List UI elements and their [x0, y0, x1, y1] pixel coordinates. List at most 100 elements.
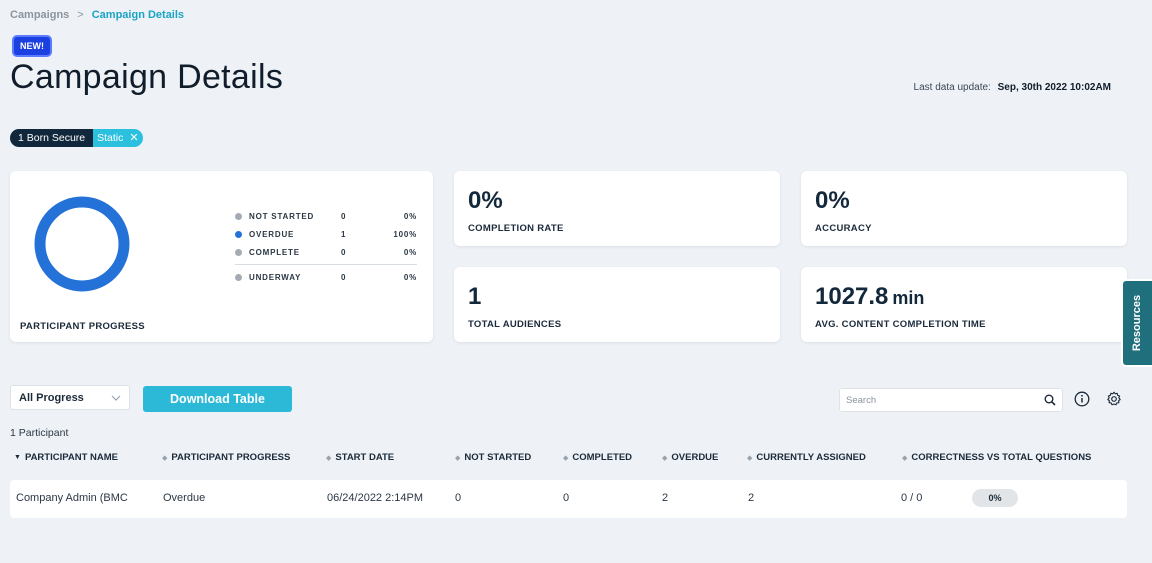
column-header-not-started[interactable]: ◆ NOT STARTED [455, 452, 531, 463]
legend-dot-icon [235, 230, 242, 238]
total-audiences-card: 1 TOTAL AUDIENCES [454, 267, 780, 342]
progress-filter-value: All Progress [19, 391, 84, 404]
legend-label: COMPLETE [249, 247, 300, 257]
last-update-label: Last data update: [913, 82, 991, 93]
last-update-value: Sep, 30th 2022 10:02AM [997, 82, 1111, 93]
progress-legend: NOT STARTED 0 0% OVERDUE 1 100% COMPLETE… [235, 207, 417, 286]
cell-currently-assigned: 2 [748, 492, 755, 504]
sort-icon: ◆ [563, 454, 569, 462]
avg-completion-time-value-wrap: 1027.8 min [815, 283, 924, 311]
cell-correctness: 0 / 0 [901, 492, 923, 504]
legend-count: 0 [341, 272, 347, 282]
legend-row-overdue: OVERDUE 1 100% [235, 225, 417, 243]
chevron-down-icon [111, 393, 121, 403]
legend-dot-icon [235, 273, 242, 281]
column-header-label: PARTICIPANT PROGRESS [171, 452, 291, 463]
breadcrumb-current: Campaign Details [91, 9, 185, 21]
legend-row-not-started: NOT STARTED 0 0% [235, 207, 417, 225]
resources-tab[interactable]: Resources [1121, 279, 1152, 367]
completion-rate-label: COMPLETION RATE [468, 223, 564, 234]
legend-label: OVERDUE [249, 229, 295, 239]
sort-icon: ◆ [662, 454, 668, 462]
legend-dot-icon [235, 212, 242, 220]
legend-percent: 0% [403, 272, 417, 282]
column-header-overdue[interactable]: ◆ OVERDUE [662, 452, 718, 463]
legend-percent: 100% [393, 229, 417, 239]
breadcrumb-chevron-icon: > [77, 9, 84, 21]
download-table-button[interactable]: Download Table [143, 386, 292, 412]
completion-rate-value: 0% [468, 187, 503, 214]
avg-completion-time-label: AVG. CONTENT COMPLETION TIME [815, 319, 986, 330]
sort-icon: ◆ [162, 454, 168, 462]
cell-overdue: 2 [662, 492, 669, 504]
last-data-update: Last data update: Sep, 30th 2022 10:02AM [914, 82, 1111, 93]
table-header: ▼ PARTICIPANT NAME ◆ PARTICIPANT PROGRESS … [10, 452, 1127, 468]
column-header-currently-assigned[interactable]: ◆ CURRENTLY ASSIGNED [747, 452, 866, 463]
avg-completion-time-card: 1027.8 min AVG. CONTENT COMPLETION TIME [801, 267, 1127, 342]
correctness-percent-badge: 0% [972, 489, 1018, 507]
legend-label: NOT STARTED [249, 211, 315, 221]
chip-type-label: Static [97, 132, 124, 144]
legend-label: UNDERWAY [249, 272, 302, 282]
legend-count: 0 [341, 247, 347, 257]
column-header-label: PARTICIPANT NAME [24, 452, 118, 463]
new-badge: NEW! [14, 37, 50, 55]
close-icon[interactable]: ✕ [129, 131, 138, 145]
total-audiences-value: 1 [468, 283, 482, 310]
column-header-completed[interactable]: ◆ COMPLETED [563, 452, 632, 463]
avg-completion-time-unit: min [892, 288, 925, 308]
search-icon[interactable] [1044, 394, 1056, 406]
campaign-filter-chip: 1 Born Secure Static ✕ [10, 129, 143, 147]
cell-participant-name: Company Admin (BMC [16, 492, 128, 504]
donut-ring-overdue [34, 196, 130, 292]
progress-filter-select[interactable]: All Progress [10, 385, 130, 410]
accuracy-card: 0% ACCURACY [801, 171, 1127, 246]
breadcrumb-campaigns-link[interactable]: Campaigns [10, 9, 69, 21]
legend-dot-icon [235, 248, 242, 256]
search-box [839, 388, 1063, 412]
participant-count: 1 Participant [10, 427, 69, 439]
cell-start-date: 06/24/2022 2:14PM [327, 492, 424, 504]
sort-icon: ◆ [747, 454, 753, 462]
column-header-label: NOT STARTED [464, 452, 532, 463]
participant-progress-card: NOT STARTED 0 0% OVERDUE 1 100% COMPLETE… [10, 171, 433, 342]
sort-icon: ◆ [902, 454, 908, 462]
legend-divider [235, 264, 417, 265]
accuracy-value: 0% [815, 187, 850, 214]
cell-completed: 0 [563, 492, 570, 504]
sort-icon: ▼ [14, 454, 21, 461]
info-icon[interactable] [1074, 391, 1090, 407]
search-input[interactable] [846, 394, 1044, 406]
avg-completion-time-value: 1027.8 [815, 283, 889, 310]
sort-icon: ◆ [455, 454, 461, 462]
cell-not-started: 0 [455, 492, 462, 504]
legend-percent: 0% [403, 211, 417, 221]
column-header-label: CURRENTLY ASSIGNED [756, 452, 866, 463]
participant-progress-title: PARTICIPANT PROGRESS [20, 321, 145, 332]
column-header-label: COMPLETED [572, 452, 633, 463]
page-title: Campaign Details [10, 58, 284, 96]
progress-donut-chart [34, 196, 130, 292]
resources-tab-label: Resources [1131, 294, 1144, 352]
completion-rate-card: 0% COMPLETION RATE [454, 171, 780, 246]
table-row[interactable]: Company Admin (BMC Overdue 06/24/2022 2:… [10, 480, 1127, 518]
cell-participant-progress: Overdue [163, 492, 206, 504]
chip-campaign-type: Static ✕ [93, 129, 143, 147]
gear-icon[interactable] [1106, 391, 1122, 407]
chip-campaign-name: 1 Born Secure [10, 129, 94, 147]
sort-icon: ◆ [326, 454, 332, 462]
column-header-label: START DATE [335, 452, 395, 463]
column-header-label: CORRECTNESS VS TOTAL QUESTIONS [911, 452, 1092, 463]
accuracy-label: ACCURACY [815, 223, 872, 234]
legend-row-underway: UNDERWAY 0 0% [235, 268, 417, 286]
column-header-correctness[interactable]: ◆ CORRECTNESS VS TOTAL QUESTIONS [902, 452, 1091, 463]
legend-count: 0 [341, 211, 347, 221]
breadcrumb: Campaigns > Campaign Details [10, 9, 184, 21]
column-header-participant-progress[interactable]: ◆ PARTICIPANT PROGRESS [162, 452, 290, 463]
column-header-start-date[interactable]: ◆ START DATE [326, 452, 394, 463]
total-audiences-label: TOTAL AUDIENCES [468, 319, 562, 330]
legend-count: 1 [341, 229, 347, 239]
column-header-label: OVERDUE [671, 452, 719, 463]
legend-row-complete: COMPLETE 0 0% [235, 243, 417, 261]
column-header-participant-name[interactable]: ▼ PARTICIPANT NAME [14, 452, 118, 463]
